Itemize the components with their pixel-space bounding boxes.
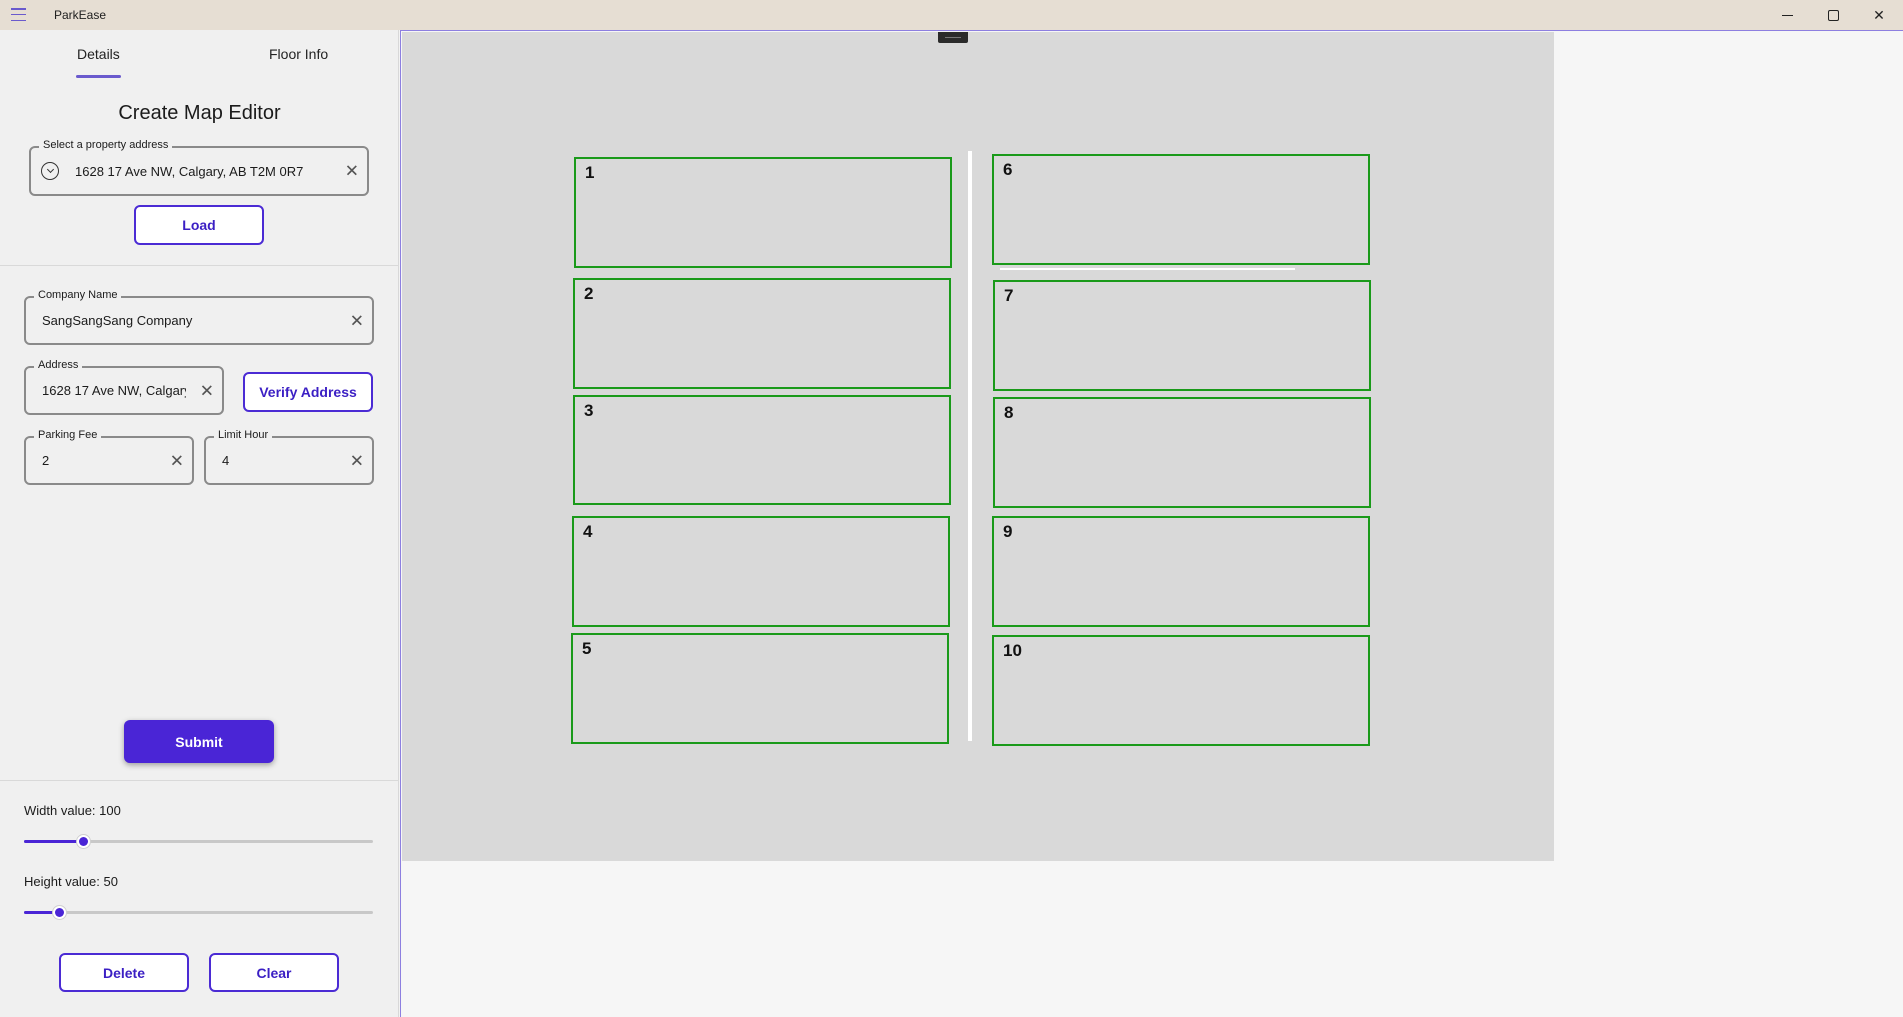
parking-spot[interactable]: 8	[993, 397, 1371, 508]
spot-number: 2	[584, 284, 594, 303]
clear-button[interactable]: Clear	[209, 953, 339, 992]
width-slider-fill	[24, 840, 84, 843]
spot-number: 6	[1003, 160, 1013, 179]
spot-number: 7	[1004, 286, 1014, 305]
submit-button[interactable]: Submit	[124, 720, 274, 763]
limit-hour-value: 4	[222, 453, 230, 468]
address-field[interactable]: Address 1628 17 Ave NW, Calgary, AB T2M …	[24, 359, 224, 415]
close-icon: ✕	[1873, 6, 1885, 23]
clear-company-icon[interactable]: ✕	[350, 312, 364, 329]
parking-fee-field[interactable]: Parking Fee 2 ✕	[24, 429, 194, 485]
load-button[interactable]: Load	[134, 205, 264, 245]
parking-fee-value: 2	[42, 453, 50, 468]
maximize-icon	[1827, 9, 1839, 21]
canvas-area[interactable]: 1 2 3 4 5 6 7 8 9 10	[400, 30, 1903, 1017]
parking-spot[interactable]: 4	[572, 516, 950, 627]
width-value-label: Width value: 100	[24, 803, 121, 818]
limit-hour-field[interactable]: Limit Hour 4 ✕	[204, 429, 374, 485]
parking-spot[interactable]: 3	[573, 395, 951, 505]
minimize-button[interactable]	[1764, 0, 1810, 30]
width-slider[interactable]	[24, 834, 373, 849]
minimize-icon	[1781, 14, 1793, 16]
company-name-field[interactable]: Company Name SangSangSang Company ✕	[24, 289, 374, 345]
height-slider-thumb[interactable]	[51, 905, 67, 920]
map-lane-divider[interactable]	[968, 151, 972, 741]
floor-map[interactable]: 1 2 3 4 5 6 7 8 9 10	[402, 32, 1554, 861]
spot-number: 10	[1003, 641, 1022, 660]
verify-address-button[interactable]: Verify Address	[243, 372, 373, 412]
spot-number: 9	[1003, 522, 1013, 541]
section-divider-2	[0, 780, 399, 781]
clear-address-icon[interactable]: ✕	[200, 382, 214, 399]
spot-number: 4	[583, 522, 593, 541]
clear-property-icon[interactable]: ✕	[345, 163, 359, 180]
tab-floor-info[interactable]: Floor Info	[269, 46, 328, 62]
height-slider[interactable]	[24, 905, 373, 920]
clear-limit-icon[interactable]: ✕	[350, 452, 364, 469]
parking-spot[interactable]: 6	[992, 154, 1370, 265]
property-address-select[interactable]: Select a property address 1628 17 Ave NW…	[29, 139, 369, 196]
tab-selected-indicator	[76, 75, 121, 78]
left-panel: Details Floor Info Create Map Editor Sel…	[0, 30, 399, 1017]
parking-spot[interactable]: 7	[993, 280, 1371, 391]
title-bar: ParkEase ✕	[0, 0, 1903, 30]
address-value: 1628 17 Ave NW, Calgary, AB T2M 0R7	[42, 383, 186, 398]
hamburger-menu-icon[interactable]	[11, 8, 26, 21]
delete-button[interactable]: Delete	[59, 953, 189, 992]
company-name-value: SangSangSang Company	[42, 313, 193, 328]
parking-spot[interactable]: 10	[992, 635, 1370, 746]
parking-spot[interactable]: 9	[992, 516, 1370, 627]
app-title: ParkEase	[54, 8, 107, 22]
height-value-label: Height value: 50	[24, 874, 118, 889]
parking-spot[interactable]: 2	[573, 278, 951, 389]
section-divider	[0, 265, 399, 266]
chevron-down-icon[interactable]	[41, 162, 59, 180]
close-button[interactable]: ✕	[1856, 0, 1902, 30]
width-slider-thumb[interactable]	[76, 834, 92, 849]
property-address-value: 1628 17 Ave NW, Calgary, AB T2M 0R7	[75, 163, 304, 179]
clear-fee-icon[interactable]: ✕	[170, 452, 184, 469]
page-title: Create Map Editor	[118, 102, 281, 124]
spot-number: 1	[585, 163, 595, 182]
spot-number: 8	[1004, 403, 1014, 422]
parking-spot[interactable]: 5	[571, 633, 949, 744]
parking-spot[interactable]: 1	[574, 157, 952, 268]
drag-handle-icon[interactable]	[938, 32, 968, 43]
map-line[interactable]	[1000, 268, 1295, 270]
spot-number: 5	[582, 639, 592, 658]
maximize-button[interactable]	[1810, 0, 1856, 30]
spot-number: 3	[584, 401, 594, 420]
tab-details[interactable]: Details	[77, 46, 120, 62]
